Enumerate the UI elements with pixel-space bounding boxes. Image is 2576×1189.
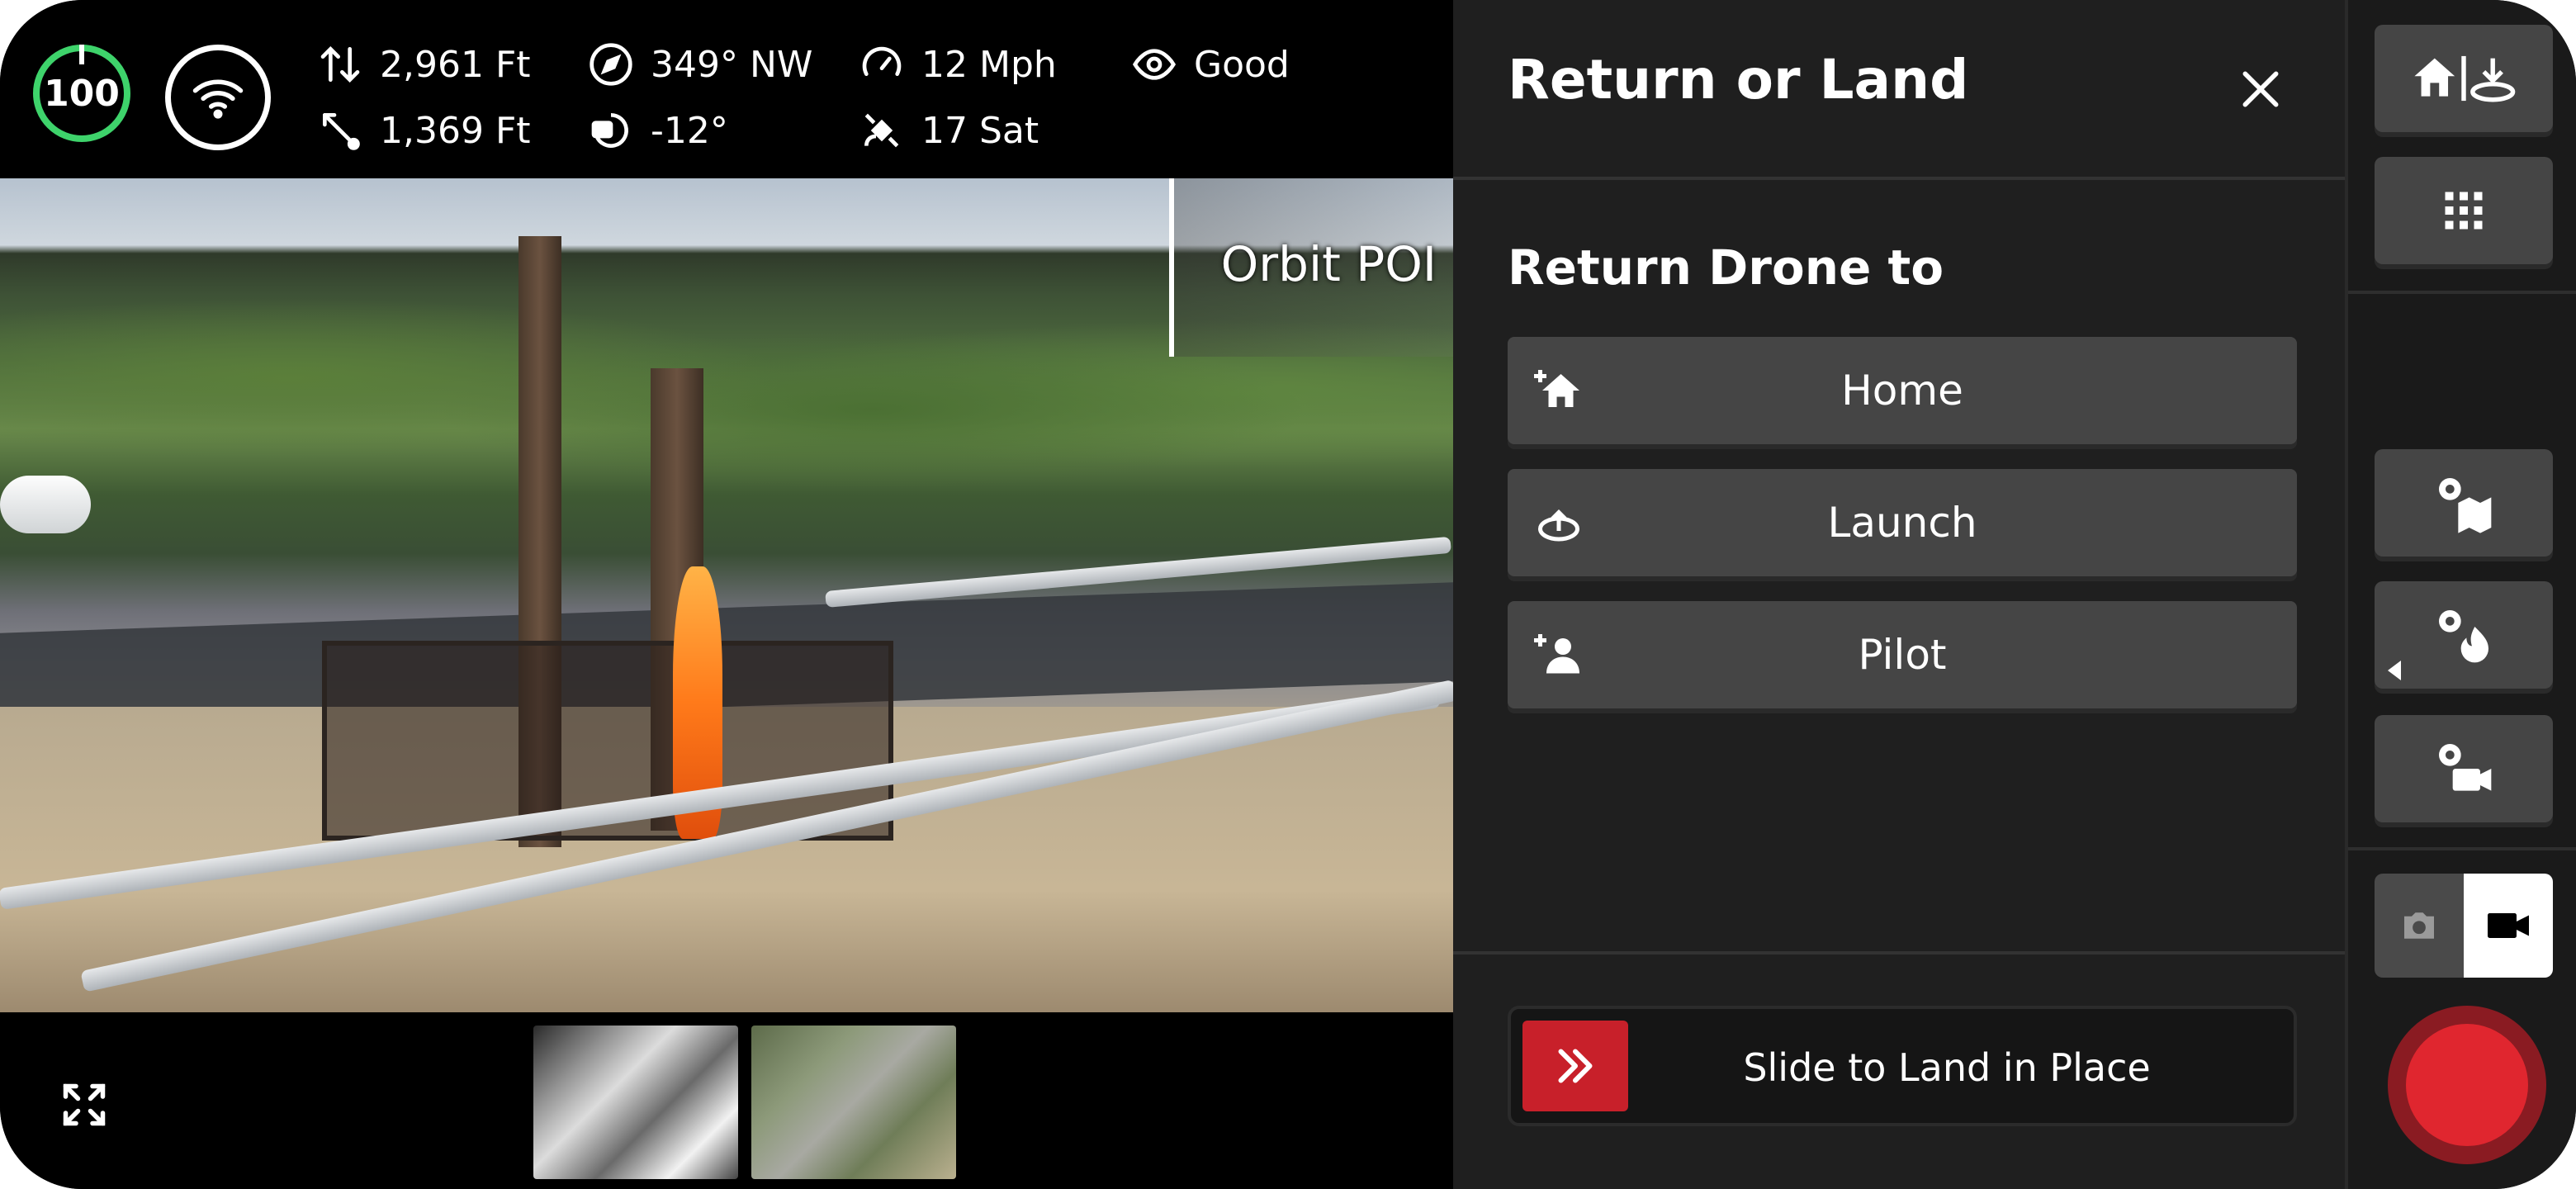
satellite-value: 17 Sat — [921, 109, 1039, 152]
section-title: Return Drone to — [1508, 239, 1944, 296]
home-plus-icon — [1534, 370, 1579, 407]
orbit-poi-divider — [1169, 178, 1174, 357]
visibility-stat: Good — [1131, 41, 1290, 88]
drone-control-app: 100 2,961 Ft 1,369 Ft 349° NW -12° 12 Mp… — [0, 0, 2576, 1189]
pilot-icon — [1534, 634, 1579, 674]
grid-icon — [2445, 192, 2483, 230]
distance-icon — [323, 113, 360, 150]
return-launch-button[interactable]: Launch — [1508, 469, 2297, 576]
return-pilot-label: Pilot — [1858, 631, 1947, 679]
thermal-view-thumbnail[interactable] — [533, 1026, 738, 1179]
grid-menu-button[interactable] — [2375, 157, 2553, 264]
battery-indicator: 100 — [33, 45, 130, 142]
video-camera-icon — [2488, 913, 2529, 938]
orbit-poi-label: Orbit POI — [1220, 236, 1437, 292]
visibility-value: Good — [1194, 43, 1290, 86]
camera-settings-icon — [2439, 744, 2492, 791]
home-land-icon — [2414, 55, 2516, 102]
satellite-icon — [864, 113, 899, 148]
return-pilot-button[interactable]: Pilot — [1508, 601, 2297, 708]
record-button-core — [2406, 1024, 2528, 1146]
panel-divider — [1453, 951, 2345, 955]
return-launch-label: Launch — [1827, 499, 1977, 547]
heading-value: 349° NW — [651, 43, 813, 86]
photo-mode-option[interactable] — [2375, 874, 2464, 978]
wifi-icon[interactable] — [165, 45, 271, 150]
altitude-stat: 2,961 Ft — [317, 41, 531, 88]
satellite-map-thumbnail[interactable] — [751, 1026, 956, 1179]
close-icon[interactable] — [2237, 66, 2284, 112]
distance-stat: 1,369 Ft — [317, 107, 531, 154]
capture-mode-toggle[interactable] — [2375, 874, 2553, 978]
satellite-stat: 17 Sat — [859, 107, 1039, 154]
video-scene-tank — [0, 476, 91, 533]
gimbal-icon — [591, 113, 628, 148]
distance-value: 1,369 Ft — [380, 109, 531, 152]
speed-stat: 12 Mph — [859, 41, 1057, 88]
return-home-button[interactable]: Home — [1508, 337, 2297, 444]
speed-value: 12 Mph — [921, 43, 1057, 86]
battery-value: 100 — [44, 72, 120, 115]
orbit-poi-overlay[interactable]: Orbit POI — [1169, 178, 1453, 357]
map-settings-icon — [2439, 478, 2492, 533]
right-control-rail — [2345, 0, 2576, 1189]
compass-icon — [590, 43, 632, 86]
launch-icon — [1538, 509, 1579, 542]
fullscreen-icon[interactable] — [59, 1080, 109, 1130]
slider-label: Slide to Land in Place — [1743, 1045, 2151, 1090]
gimbal-stat: -12° — [588, 107, 728, 154]
land-in-place-slider[interactable]: Slide to Land in Place — [1508, 1006, 2297, 1126]
return-home-label: Home — [1841, 367, 1963, 414]
expand-triangle-icon[interactable] — [2388, 661, 2401, 680]
altitude-icon — [320, 46, 360, 83]
battery-ring-tick — [79, 45, 84, 64]
telemetry-bar: 100 2,961 Ft 1,369 Ft 349° NW -12° 12 Mp… — [0, 0, 1453, 178]
record-button[interactable] — [2388, 1006, 2546, 1164]
fire-settings-icon — [2439, 610, 2488, 663]
gimbal-pitch-value: -12° — [651, 109, 728, 152]
map-settings-button[interactable] — [2375, 449, 2553, 557]
altitude-value: 2,961 Ft — [380, 43, 531, 86]
eye-icon — [1132, 49, 1177, 80]
rail-divider — [2348, 847, 2576, 850]
camera-settings-button[interactable] — [2375, 715, 2553, 822]
speedometer-icon — [862, 46, 902, 76]
live-video-feed[interactable]: Orbit POI — [0, 178, 1453, 1012]
return-land-panel: Return or Land Return Drone to Home Laun… — [1453, 0, 2345, 1189]
rail-divider — [2348, 291, 2576, 294]
bottom-bar — [0, 1012, 1453, 1189]
panel-title: Return or Land — [1508, 48, 1969, 111]
home-land-button[interactable] — [2375, 25, 2553, 132]
photo-camera-icon — [2404, 912, 2434, 939]
heading-stat: 349° NW — [588, 41, 812, 88]
fire-settings-button[interactable] — [2375, 581, 2553, 689]
video-mode-option[interactable] — [2464, 874, 2553, 978]
